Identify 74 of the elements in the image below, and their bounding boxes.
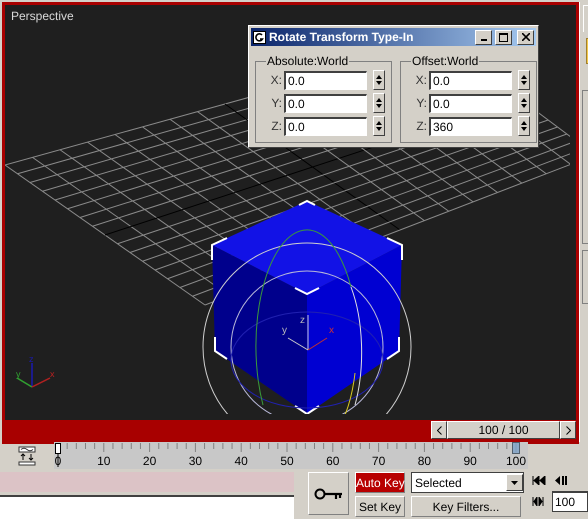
spinner-button[interactable] [373, 93, 385, 113]
maximize-icon [499, 32, 508, 42]
dropdown-value: Selected [415, 476, 462, 490]
time-slider-track[interactable]: 100 / 100 [5, 420, 576, 441]
frame-marker[interactable] [512, 442, 520, 454]
input-field[interactable]: 0.0 [429, 70, 512, 90]
field-label: Z: [270, 119, 282, 133]
go-to-start-icon[interactable] [532, 476, 546, 485]
viewport-label[interactable]: Perspective [11, 9, 74, 23]
caret-icon [511, 480, 518, 484]
close-button[interactable] [517, 30, 534, 44]
group-title: Absolute:World [266, 54, 350, 68]
input-field[interactable]: 0.0 [429, 94, 512, 112]
close-icon [522, 33, 530, 41]
tick-label: 90 [464, 454, 477, 468]
spinner-icon [376, 97, 382, 109]
field-label: Y: [415, 96, 427, 110]
pivot-axes-icon [288, 314, 328, 350]
tick-label: 80 [418, 454, 432, 468]
prompt-field[interactable] [0, 495, 294, 519]
input-field[interactable]: 0.0 [284, 70, 367, 90]
gizmo-axis-label: z [300, 315, 305, 326]
spinner-icon [521, 97, 527, 109]
spinner-button[interactable] [518, 93, 530, 113]
input-field[interactable]: 0.0 [284, 116, 367, 136]
field-label: X: [270, 73, 282, 87]
tick-label: 30 [188, 454, 202, 468]
app-icon [253, 30, 266, 44]
field-label: X: [414, 73, 427, 87]
spinner-button[interactable] [373, 116, 385, 136]
chevron-right-icon [566, 426, 570, 434]
field-label: Y: [270, 96, 282, 110]
next-button[interactable] [560, 421, 576, 439]
spinner-icon [521, 120, 527, 132]
field-label: Z: [415, 119, 427, 133]
tick-label: 10 [97, 454, 110, 468]
gizmo-axis-label: x [329, 325, 334, 336]
time-slider-thumb[interactable]: 100 / 100 [431, 421, 576, 439]
tick-label: 70 [372, 454, 386, 468]
axis-tripod-icon [16, 363, 50, 388]
minimize-button[interactable] [475, 30, 492, 44]
key-mode-dropdown[interactable]: Selected [411, 472, 524, 493]
tick-label: 40 [234, 454, 248, 468]
spinner-icon [376, 120, 382, 132]
tick-label: 60 [326, 454, 340, 468]
tick-label: 50 [280, 454, 294, 468]
key-icon [314, 486, 344, 500]
spinner-button[interactable] [373, 70, 385, 90]
input-field[interactable]: 0.0 [284, 94, 367, 112]
window-title: Rotate Transform Type-In [269, 30, 414, 44]
spinner-button[interactable] [518, 70, 530, 90]
tick-label: 100 [506, 454, 526, 468]
chevron-left-icon [436, 426, 442, 434]
input-field[interactable]: 360 [429, 116, 512, 136]
rotate-gizmo-drawing[interactable] [202, 229, 412, 414]
track-bar-icon[interactable] [17, 446, 37, 466]
set-key-toggle[interactable]: Set Key [355, 496, 405, 517]
time-config-icon[interactable] [532, 497, 544, 506]
key-filters-button[interactable]: Key Filters... [411, 496, 521, 517]
spinner-button[interactable] [518, 116, 530, 136]
axis-label: z [29, 354, 34, 364]
gizmo-axis-label: y [282, 325, 287, 336]
spinner-icon [521, 74, 527, 86]
group-title: Offset:World [411, 54, 480, 68]
frame-position: 100 / 100 [447, 421, 560, 439]
maximize-button[interactable] [495, 30, 512, 44]
previous-button[interactable] [431, 421, 447, 439]
spinner-icon [376, 74, 382, 86]
frame-field[interactable]: 100 [552, 491, 588, 512]
set-key-button[interactable] [308, 472, 349, 515]
tick-label: 20 [142, 454, 156, 468]
axis-label: x [50, 369, 54, 379]
previous-frame-icon[interactable] [554, 476, 568, 485]
auto-key-button[interactable]: Auto Key [355, 472, 405, 493]
